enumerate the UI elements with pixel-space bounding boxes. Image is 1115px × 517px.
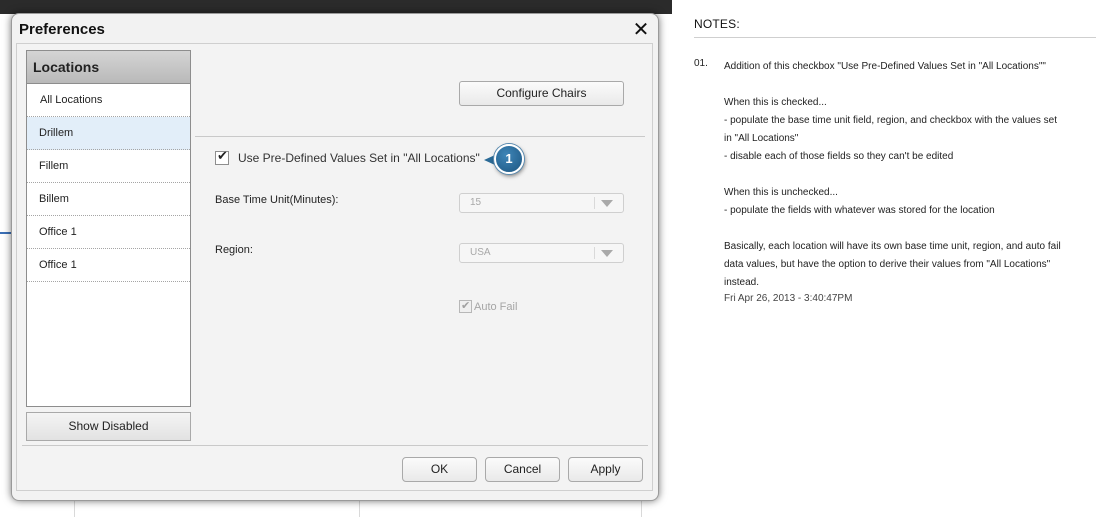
cancel-button[interactable]: Cancel bbox=[485, 457, 560, 482]
show-disabled-button[interactable]: Show Disabled bbox=[26, 412, 191, 441]
checkmark-icon: ✔ bbox=[217, 149, 228, 164]
notes-panel: NOTES: 01. Addition of this checkbox "Us… bbox=[694, 17, 1096, 304]
select-divider bbox=[594, 197, 595, 209]
note-line: - populate the fields with whatever was … bbox=[724, 205, 995, 216]
base-time-unit-value: 15 bbox=[470, 197, 482, 208]
ok-button[interactable]: OK bbox=[402, 457, 477, 482]
note-line: When this is checked... bbox=[724, 97, 827, 108]
note-line: Basically, each location will have its o… bbox=[724, 241, 1061, 252]
divider bbox=[195, 136, 645, 137]
note-line: in "All Locations" bbox=[724, 133, 799, 144]
locations-header: Locations bbox=[27, 51, 190, 84]
note-line: Addition of this checkbox "Use Pre-Defin… bbox=[724, 61, 1046, 72]
apply-button[interactable]: Apply bbox=[568, 457, 643, 482]
base-time-unit-label: Base Time Unit(Minutes): bbox=[215, 194, 339, 206]
close-icon[interactable]: ✕ bbox=[632, 19, 650, 39]
select-divider bbox=[594, 247, 595, 259]
divider bbox=[22, 445, 648, 446]
predefined-values-label: Use Pre-Defined Values Set in "All Locat… bbox=[238, 151, 480, 165]
location-item[interactable]: Office 1 bbox=[27, 216, 190, 249]
configure-chairs-button[interactable]: Configure Chairs bbox=[459, 81, 624, 106]
locations-panel: Locations All Locations Drillem Fillem B… bbox=[26, 50, 191, 407]
location-item[interactable]: Office 1 bbox=[27, 249, 190, 282]
location-item[interactable]: Billem bbox=[27, 183, 190, 216]
note-body: Addition of this checkbox "Use Pre-Defin… bbox=[724, 58, 1096, 306]
note-line: - populate the base time unit field, reg… bbox=[724, 115, 1057, 126]
location-item-selected[interactable]: Drillem bbox=[27, 117, 190, 150]
dialog-title: Preferences bbox=[19, 21, 105, 38]
auto-fail-checkbox[interactable]: ✔ bbox=[459, 299, 472, 313]
region-value: USA bbox=[470, 247, 491, 258]
dropdown-arrow-icon bbox=[601, 200, 613, 207]
auto-fail-row: ✔ Auto Fail bbox=[459, 299, 518, 313]
callout-marker-icon: 1 bbox=[494, 144, 524, 174]
background-topbar bbox=[0, 0, 672, 14]
notes-title: NOTES: bbox=[694, 17, 1096, 38]
region-select[interactable]: USA bbox=[459, 243, 624, 263]
note-timestamp: Fri Apr 26, 2013 - 3:40:47PM bbox=[724, 293, 853, 304]
note-line: - disable each of those fields so they c… bbox=[724, 151, 954, 162]
base-time-unit-select[interactable]: 15 bbox=[459, 193, 624, 213]
preferences-dialog: Preferences ✕ Locations All Locations Dr… bbox=[11, 13, 659, 501]
predefined-values-row: ✔ Use Pre-Defined Values Set in "All Loc… bbox=[215, 149, 480, 166]
predefined-values-checkbox[interactable]: ✔ bbox=[215, 149, 229, 165]
note-line: instead. bbox=[724, 277, 760, 288]
note-line: data values, but have the option to deri… bbox=[724, 259, 1051, 270]
dropdown-arrow-icon bbox=[601, 250, 613, 257]
location-item[interactable]: All Locations bbox=[27, 84, 190, 117]
region-label: Region: bbox=[215, 244, 253, 256]
location-item[interactable]: Fillem bbox=[27, 150, 190, 183]
note-line: When this is unchecked... bbox=[724, 187, 838, 198]
auto-fail-label: Auto Fail bbox=[474, 300, 518, 313]
dialog-content: Locations All Locations Drillem Fillem B… bbox=[16, 43, 653, 491]
checkmark-icon: ✔ bbox=[461, 299, 471, 312]
note-number: 01. bbox=[694, 58, 708, 69]
